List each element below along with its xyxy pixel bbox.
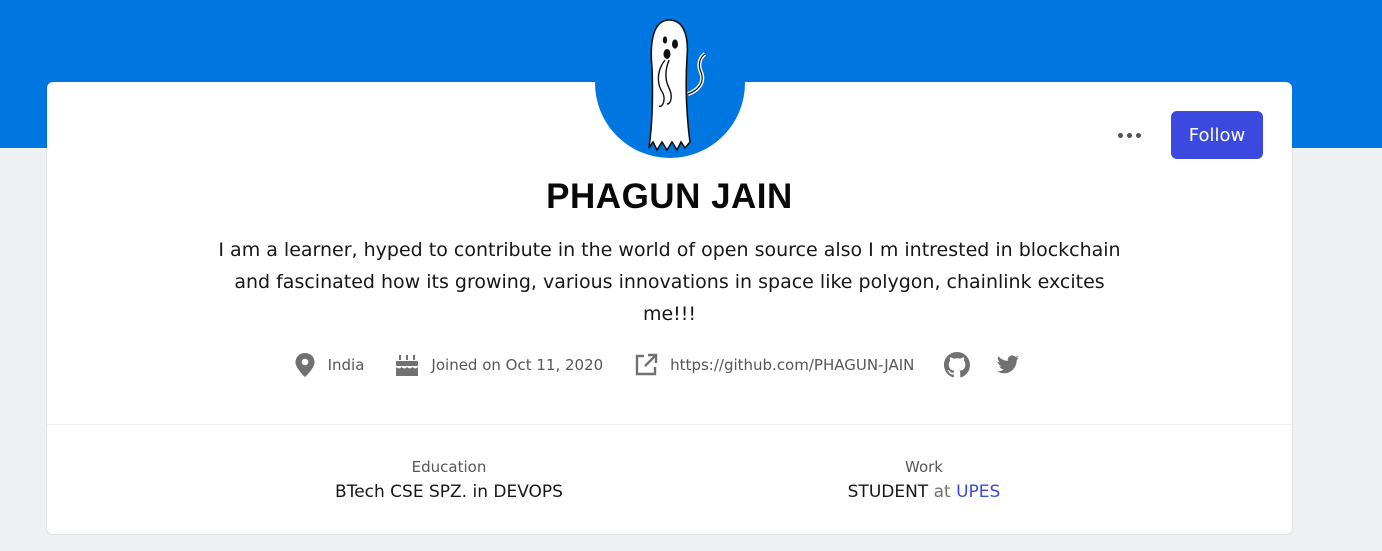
ghost-avatar-icon [648,19,707,152]
work-section: Work STUDENT at UPES [724,458,1124,502]
more-icon [1117,132,1123,138]
work-org-link[interactable]: UPES [956,482,1000,502]
github-icon [944,352,971,378]
follow-button[interactable]: Follow [1171,111,1263,159]
profile-actions: Follow [1109,111,1263,159]
card-divider [47,424,1292,425]
twitter-icon [997,355,1020,374]
education-label: Education [411,458,487,476]
profile-bio: I am a learner, hyped to contribute in t… [218,239,1121,325]
education-section: Education BTech CSE SPZ. in DEVOPS [249,458,649,502]
cake-icon [396,355,419,376]
work-role: STUDENT [847,482,929,502]
website-link[interactable]: https://github.com/PHAGUN-JAIN [670,356,914,374]
location-item: India [293,352,365,378]
social-links [944,352,1046,378]
profile-name: PHAGUN JAIN [546,177,793,216]
education-value: BTech CSE SPZ. in DEVOPS [335,482,563,502]
work-value: STUDENT at UPES [724,482,1124,502]
twitter-link[interactable] [995,353,1032,377]
external-link-icon [635,353,658,376]
work-label: Work [905,458,943,476]
github-link[interactable] [944,352,981,378]
location-pin-icon [295,353,315,377]
joined-text: Joined on Oct 11, 2020 [431,356,604,374]
more-options-button[interactable] [1109,115,1149,155]
joined-item: Joined on Oct 11, 2020 [394,352,603,378]
location-text: India [327,356,365,374]
profile-meta: India Joined on Oct 11, 2020 https://git… [47,352,1292,378]
website-item[interactable]: https://github.com/PHAGUN-JAIN [633,352,914,378]
avatar[interactable] [595,8,745,158]
work-at: at [933,482,951,502]
